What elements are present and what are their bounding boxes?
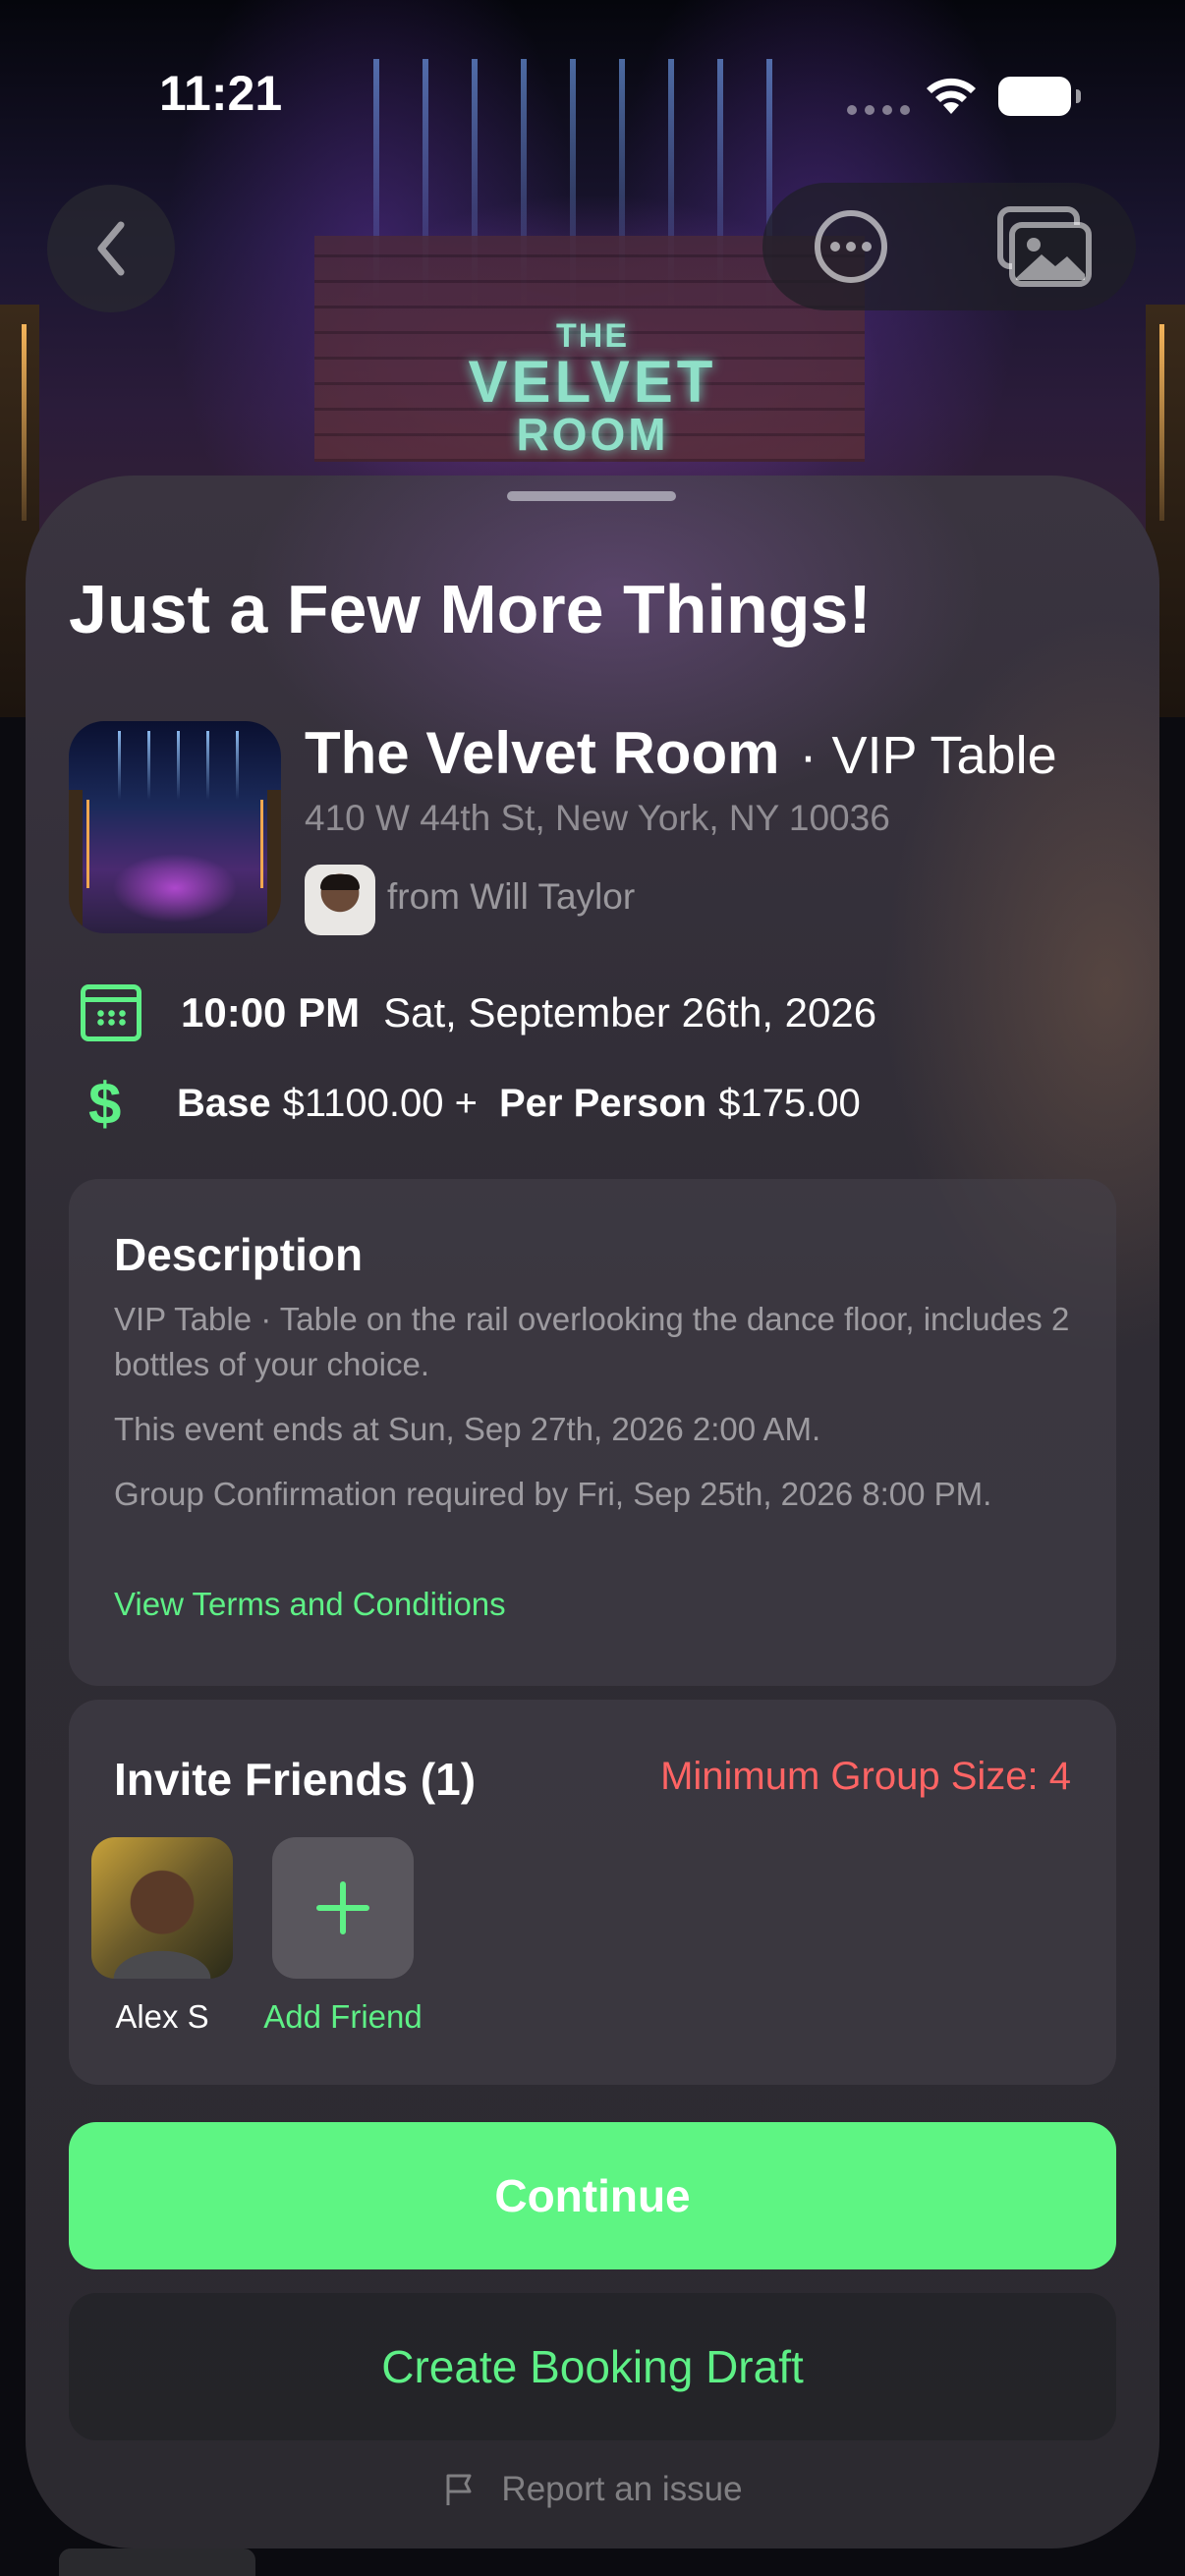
friend-name: Alex S bbox=[115, 1998, 209, 2035]
venue-address: 410 W 44th St, New York, NY 10036 bbox=[305, 798, 890, 838]
status-bar: 11:21 bbox=[0, 0, 1185, 167]
booking-sheet: Just a Few More Things! The Velvet Room ·… bbox=[26, 476, 1159, 2548]
photo-gallery-icon bbox=[997, 206, 1092, 287]
terms-link[interactable]: View Terms and Conditions bbox=[114, 1586, 506, 1623]
venue-name: The Velvet Room bbox=[305, 720, 780, 786]
add-friend-item[interactable]: Add Friend bbox=[259, 1837, 426, 2036]
venue-title: The Velvet Room · VIP Table bbox=[305, 719, 1057, 787]
base-value: $1100.00 + bbox=[282, 1081, 478, 1125]
base-label: Base bbox=[177, 1081, 271, 1125]
neon-sign-line: THE bbox=[556, 317, 629, 355]
calendar-icon bbox=[81, 984, 141, 1041]
background-content-peek bbox=[59, 2548, 255, 2576]
wifi-icon bbox=[927, 78, 976, 114]
venue-thumbnail[interactable] bbox=[69, 721, 281, 933]
hero-pillar-light bbox=[1159, 324, 1164, 521]
table-type: · VIP Table bbox=[799, 726, 1057, 785]
friend-item[interactable]: Alex S bbox=[79, 1837, 246, 2036]
hero-pillar-light bbox=[22, 324, 27, 521]
invite-title: Invite Friends (1) bbox=[114, 1754, 477, 1805]
plus-icon bbox=[316, 1881, 369, 1934]
event-date: Sat, September 26th, 2026 bbox=[383, 989, 877, 1036]
confirmation-note: Group Confirmation required by Fri, Sep … bbox=[114, 1476, 992, 1512]
continue-button[interactable]: Continue bbox=[69, 2122, 1116, 2269]
host-avatar bbox=[305, 865, 375, 935]
neon-sign-line: ROOM bbox=[516, 409, 669, 460]
per-person-label: Per Person bbox=[498, 1081, 707, 1125]
dollar-icon: $ bbox=[88, 1070, 122, 1137]
add-friend-button[interactable] bbox=[272, 1837, 414, 1979]
event-time: 10:00 PM bbox=[181, 989, 361, 1036]
date-row: 10:00 PM Sat, September 26th, 2026 bbox=[81, 979, 876, 1047]
battery-icon bbox=[998, 77, 1081, 116]
sheet-grabber[interactable] bbox=[507, 491, 676, 501]
description-card: Description VIP Table · Table on the rai… bbox=[69, 1179, 1116, 1686]
ellipsis-circle-icon bbox=[815, 210, 887, 283]
description-title: Description bbox=[114, 1229, 364, 1280]
cellular-signal-icon bbox=[847, 105, 910, 115]
per-person-value: $175.00 bbox=[718, 1081, 861, 1125]
top-actions-bar bbox=[762, 183, 1136, 310]
chevron-left-icon bbox=[97, 221, 125, 276]
photos-button[interactable] bbox=[994, 202, 1093, 291]
create-draft-button[interactable]: Create Booking Draft bbox=[69, 2293, 1116, 2440]
event-end-note: This event ends at Sun, Sep 27th, 2026 2… bbox=[114, 1411, 821, 1447]
screen: THE VELVET ROOM 11:21 Just a Few More Th… bbox=[0, 0, 1185, 2576]
flag-icon bbox=[446, 2474, 472, 2505]
add-friend-label: Add Friend bbox=[263, 1998, 423, 2035]
description-body: VIP Table · Table on the rail overlookin… bbox=[114, 1301, 1070, 1382]
sheet-title: Just a Few More Things! bbox=[69, 571, 872, 647]
minimum-group-size: Minimum Group Size: 4 bbox=[660, 1755, 1071, 1798]
invite-friends-card: Invite Friends (1) Minimum Group Size: 4… bbox=[69, 1700, 1116, 2085]
report-issue-label: Report an issue bbox=[501, 2470, 743, 2508]
price-row: $ Base $1100.00 + Per Person $175.00 bbox=[88, 1069, 861, 1138]
friend-avatar bbox=[91, 1837, 233, 1979]
hero-neon-sign: THE VELVET ROOM bbox=[432, 319, 753, 457]
status-time: 11:21 bbox=[159, 66, 283, 121]
more-options-button[interactable] bbox=[812, 207, 890, 286]
report-issue-link[interactable]: Report an issue bbox=[26, 2470, 1159, 2509]
neon-sign-line: VELVET bbox=[468, 349, 717, 415]
back-button[interactable] bbox=[47, 185, 175, 312]
host-label: from Will Taylor bbox=[387, 876, 636, 917]
